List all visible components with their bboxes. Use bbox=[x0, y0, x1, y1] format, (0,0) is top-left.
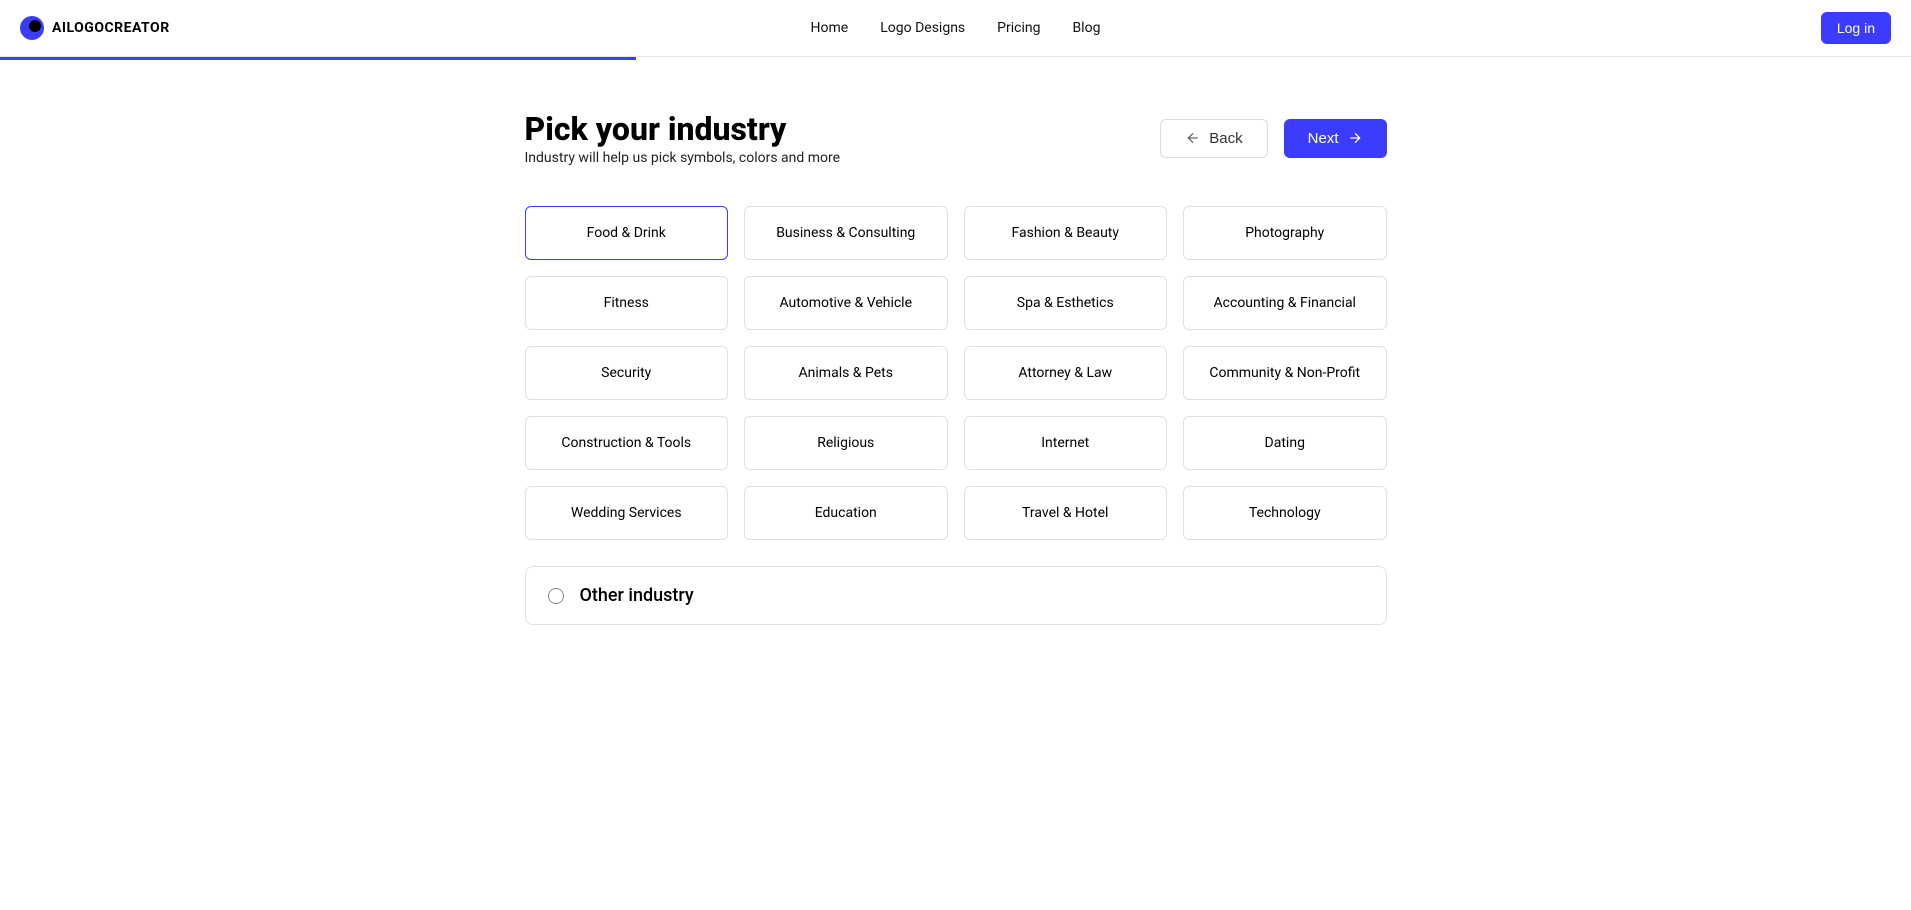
industry-card[interactable]: Fitness bbox=[525, 276, 729, 330]
industry-card[interactable]: Community & Non-Profit bbox=[1183, 346, 1387, 400]
industry-grid: Food & Drink Business & Consulting Fashion… bbox=[525, 206, 1387, 540]
radio-icon bbox=[548, 588, 564, 604]
action-buttons: Back Next bbox=[1160, 119, 1386, 158]
industry-card[interactable]: Security bbox=[525, 346, 729, 400]
industry-card[interactable]: Photography bbox=[1183, 206, 1387, 260]
other-industry-label: Other industry bbox=[580, 585, 694, 606]
title-row: Pick your industry Industry will help us… bbox=[525, 110, 1387, 166]
industry-card[interactable]: Religious bbox=[744, 416, 948, 470]
nav-home[interactable]: Home bbox=[811, 20, 849, 36]
industry-card[interactable]: Technology bbox=[1183, 486, 1387, 540]
industry-card[interactable]: Fashion & Beauty bbox=[964, 206, 1168, 260]
industry-card[interactable]: Animals & Pets bbox=[744, 346, 948, 400]
nav-blog[interactable]: Blog bbox=[1072, 20, 1100, 36]
arrow-left-icon bbox=[1185, 130, 1201, 146]
industry-card[interactable]: Attorney & Law bbox=[964, 346, 1168, 400]
back-button[interactable]: Back bbox=[1160, 119, 1267, 158]
nav-logo-designs[interactable]: Logo Designs bbox=[880, 20, 965, 36]
industry-card[interactable]: Accounting & Financial bbox=[1183, 276, 1387, 330]
app-header: AILOGOCREATOR Home Logo Designs Pricing … bbox=[0, 0, 1911, 57]
progress-fill bbox=[0, 57, 636, 60]
industry-card[interactable]: Automotive & Vehicle bbox=[744, 276, 948, 330]
industry-card[interactable]: Construction & Tools bbox=[525, 416, 729, 470]
industry-card[interactable]: Wedding Services bbox=[525, 486, 729, 540]
logo-icon bbox=[20, 16, 44, 40]
industry-card[interactable]: Business & Consulting bbox=[744, 206, 948, 260]
industry-card[interactable]: Education bbox=[744, 486, 948, 540]
back-label: Back bbox=[1209, 130, 1242, 147]
page-subtitle: Industry will help us pick symbols, colo… bbox=[525, 150, 841, 166]
industry-card[interactable]: Dating bbox=[1183, 416, 1387, 470]
main-container: Pick your industry Industry will help us… bbox=[513, 110, 1399, 625]
industry-card[interactable]: Food & Drink bbox=[525, 206, 729, 260]
logo-text: AILOGOCREATOR bbox=[52, 20, 170, 36]
industry-card[interactable]: Internet bbox=[964, 416, 1168, 470]
login-button[interactable]: Log in bbox=[1821, 12, 1891, 44]
industry-card[interactable]: Travel & Hotel bbox=[964, 486, 1168, 540]
arrow-right-icon bbox=[1347, 130, 1363, 146]
page-title: Pick your industry bbox=[525, 110, 841, 148]
title-section: Pick your industry Industry will help us… bbox=[525, 110, 841, 166]
other-industry-option[interactable]: Other industry bbox=[525, 566, 1387, 625]
logo[interactable]: AILOGOCREATOR bbox=[20, 16, 170, 40]
next-label: Next bbox=[1308, 130, 1339, 147]
progress-bar bbox=[0, 57, 1911, 60]
main-nav: Home Logo Designs Pricing Blog bbox=[811, 20, 1101, 36]
nav-pricing[interactable]: Pricing bbox=[997, 20, 1040, 36]
industry-card[interactable]: Spa & Esthetics bbox=[964, 276, 1168, 330]
next-button[interactable]: Next bbox=[1284, 119, 1387, 158]
